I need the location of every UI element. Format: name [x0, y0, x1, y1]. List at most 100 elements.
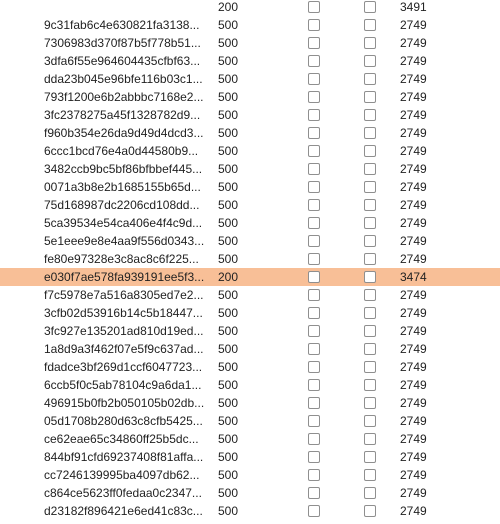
table-row[interactable]: 3cfb02d53916b14c5b18447... 500 2749	[0, 304, 500, 322]
row-checkbox-1[interactable]	[308, 1, 320, 13]
row-checkbox-1[interactable]	[308, 469, 320, 481]
row-checkbox-2[interactable]	[364, 397, 376, 409]
table-row[interactable]: f7c5978e7a516a8305ed7e2... 500 2749	[0, 286, 500, 304]
row-checkbox-2[interactable]	[364, 199, 376, 211]
table-row[interactable]: 844bf91cfd69237408f81affa... 500 2749	[0, 448, 500, 466]
row-id-cell: 3fc2378275a45f1328782d9...	[44, 108, 201, 122]
table-row[interactable]: 200 3491	[0, 0, 500, 16]
row-checkbox-1[interactable]	[308, 415, 320, 427]
row-checkbox-2[interactable]	[364, 415, 376, 427]
row-checkbox-1[interactable]	[308, 73, 320, 85]
row-checkbox-1[interactable]	[308, 451, 320, 463]
row-checkbox-2[interactable]	[364, 37, 376, 49]
row-checkbox-2[interactable]	[364, 253, 376, 265]
row-id-cell: 3482ccb9bc5bf86bfbbef445...	[44, 162, 203, 176]
table-row[interactable]: fe80e97328e3c8ac8c6f225... 500 2749	[0, 250, 500, 268]
table-row[interactable]: f960b354e26da9d49d4dcd3... 500 2749	[0, 124, 500, 142]
row-checkbox-1[interactable]	[308, 271, 320, 283]
table-row[interactable]: 7306983d370f87b5f778b51... 500 2749	[0, 34, 500, 52]
row-checkbox-1[interactable]	[308, 397, 320, 409]
row-checkbox-2[interactable]	[364, 289, 376, 301]
row-checkbox-2[interactable]	[364, 325, 376, 337]
row-checkbox-2[interactable]	[364, 433, 376, 445]
row-id-cell: f960b354e26da9d49d4dcd3...	[44, 126, 204, 140]
row-checkbox-1[interactable]	[308, 253, 320, 265]
row-id-cell: 6ccc1bcd76e4a0d44580b9...	[44, 144, 199, 158]
table-row[interactable]: 9c31fab6c4e630821fa3138... 500 2749	[0, 16, 500, 34]
row-checkbox-1[interactable]	[308, 433, 320, 445]
table-row[interactable]: 0071a3b8e2b1685155b65d... 500 2749	[0, 178, 500, 196]
status-code-cell: 500	[218, 108, 239, 122]
row-checkbox-2[interactable]	[364, 91, 376, 103]
row-checkbox-1[interactable]	[308, 19, 320, 31]
row-checkbox-1[interactable]	[308, 109, 320, 121]
row-checkbox-1[interactable]	[308, 505, 320, 517]
row-checkbox-2[interactable]	[364, 145, 376, 157]
row-id-cell: fe80e97328e3c8ac8c6f225...	[44, 252, 199, 266]
row-checkbox-1[interactable]	[308, 127, 320, 139]
row-checkbox-1[interactable]	[308, 145, 320, 157]
row-checkbox-2[interactable]	[364, 487, 376, 499]
row-checkbox-1[interactable]	[308, 487, 320, 499]
table-row[interactable]: 75d168987dc2206cd108dd... 500 2749	[0, 196, 500, 214]
table-row[interactable]: 3fc2378275a45f1328782d9... 500 2749	[0, 106, 500, 124]
table-row[interactable]: 496915b0fb2b050105b02db... 500 2749	[0, 394, 500, 412]
row-id-cell: fdadce3bf269d1ccf6047723...	[44, 360, 203, 374]
table-row[interactable]: c864ce5623ff0fedaa0c2347... 500 2749	[0, 484, 500, 502]
row-checkbox-2[interactable]	[364, 73, 376, 85]
length-cell: 3491	[400, 0, 427, 14]
row-checkbox-2[interactable]	[364, 109, 376, 121]
table-row[interactable]: 5ca39534e54ca406e4f4c9d... 500 2749	[0, 214, 500, 232]
row-id-cell: 793f1200e6b2abbbc7168e2...	[44, 90, 204, 104]
table-row[interactable]: 3fc927e135201ad810d19ed... 500 2749	[0, 322, 500, 340]
row-checkbox-1[interactable]	[308, 379, 320, 391]
row-checkbox-1[interactable]	[308, 217, 320, 229]
row-checkbox-1[interactable]	[308, 361, 320, 373]
table-row[interactable]: ce62eae65c34860ff25b5dc... 500 2749	[0, 430, 500, 448]
row-checkbox-1[interactable]	[308, 289, 320, 301]
row-checkbox-2[interactable]	[364, 307, 376, 319]
row-checkbox-1[interactable]	[308, 307, 320, 319]
table-row[interactable]: 3482ccb9bc5bf86bfbbef445... 500 2749	[0, 160, 500, 178]
table-row[interactable]: cc7246139995ba4097db62... 500 2749	[0, 466, 500, 484]
row-checkbox-1[interactable]	[308, 91, 320, 103]
table-row[interactable]: 793f1200e6b2abbbc7168e2... 500 2749	[0, 88, 500, 106]
row-checkbox-2[interactable]	[364, 343, 376, 355]
row-checkbox-1[interactable]	[308, 55, 320, 67]
table-row[interactable]: 6ccb5f0c5ab78104c9a6da1... 500 2749	[0, 376, 500, 394]
row-checkbox-2[interactable]	[364, 361, 376, 373]
row-checkbox-2[interactable]	[364, 505, 376, 517]
row-checkbox-2[interactable]	[364, 235, 376, 247]
table-row[interactable]: d23182f896421e6ed41c83c... 500 2749	[0, 502, 500, 520]
status-code-cell: 500	[218, 504, 239, 518]
row-checkbox-1[interactable]	[308, 343, 320, 355]
row-checkbox-1[interactable]	[308, 163, 320, 175]
row-checkbox-1[interactable]	[308, 199, 320, 211]
row-checkbox-2[interactable]	[364, 217, 376, 229]
row-checkbox-2[interactable]	[364, 271, 376, 283]
table-row-selected[interactable]: e030f7ae578fa939191ee5f3... 200 3474	[0, 268, 500, 286]
row-checkbox-2[interactable]	[364, 55, 376, 67]
row-checkbox-2[interactable]	[364, 379, 376, 391]
table-row[interactable]: 1a8d9a3f462f07e5f9c637ad... 500 2749	[0, 340, 500, 358]
row-checkbox-2[interactable]	[364, 469, 376, 481]
table-row[interactable]: 3dfa6f55e964604435cfbf63... 500 2749	[0, 52, 500, 70]
row-checkbox-2[interactable]	[364, 451, 376, 463]
row-checkbox-2[interactable]	[364, 181, 376, 193]
row-checkbox-1[interactable]	[308, 37, 320, 49]
status-code-cell: 500	[218, 54, 239, 68]
status-code-cell: 500	[218, 324, 239, 338]
row-checkbox-2[interactable]	[364, 1, 376, 13]
table-row[interactable]: fdadce3bf269d1ccf6047723... 500 2749	[0, 358, 500, 376]
row-checkbox-1[interactable]	[308, 325, 320, 337]
row-checkbox-2[interactable]	[364, 163, 376, 175]
table-row[interactable]: 6ccc1bcd76e4a0d44580b9... 500 2749	[0, 142, 500, 160]
status-code-cell: 500	[218, 288, 239, 302]
table-row[interactable]: 5e1eee9e8e4aa9f556d0343... 500 2749	[0, 232, 500, 250]
row-checkbox-2[interactable]	[364, 19, 376, 31]
table-row[interactable]: dda23b045e96bfe116b03c1... 500 2749	[0, 70, 500, 88]
row-checkbox-1[interactable]	[308, 235, 320, 247]
row-checkbox-1[interactable]	[308, 181, 320, 193]
row-checkbox-2[interactable]	[364, 127, 376, 139]
table-row[interactable]: 05d1708b280d63c8cfb5425... 500 2749	[0, 412, 500, 430]
